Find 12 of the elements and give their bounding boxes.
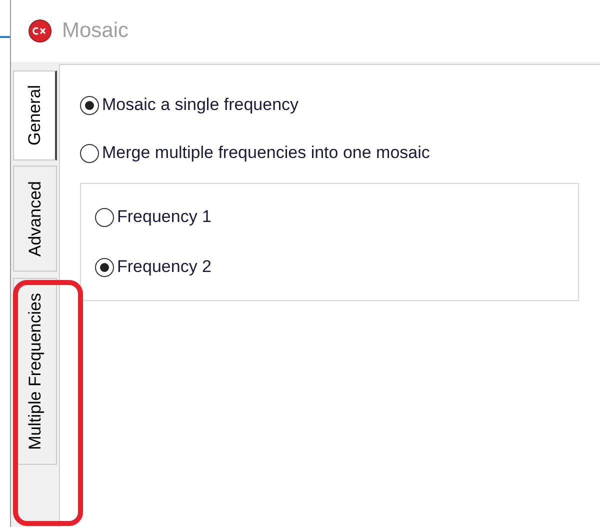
- app-logo-icon: [28, 19, 52, 43]
- window-title: Mosaic: [62, 19, 129, 43]
- tab[interactable]: General: [13, 70, 57, 160]
- radio-label: Frequency 2: [117, 257, 212, 277]
- radio-button[interactable]: [95, 208, 114, 226]
- radio-button[interactable]: [95, 258, 114, 276]
- radio-label: Merge multiple frequencies into one mosaic: [102, 143, 430, 163]
- tab[interactable]: Advanced: [13, 166, 57, 272]
- radio-label: Frequency 1: [117, 207, 212, 227]
- radio-button[interactable]: [80, 144, 99, 162]
- radio-button[interactable]: [80, 96, 99, 114]
- radio-label: Mosaic a single frequency: [102, 95, 299, 115]
